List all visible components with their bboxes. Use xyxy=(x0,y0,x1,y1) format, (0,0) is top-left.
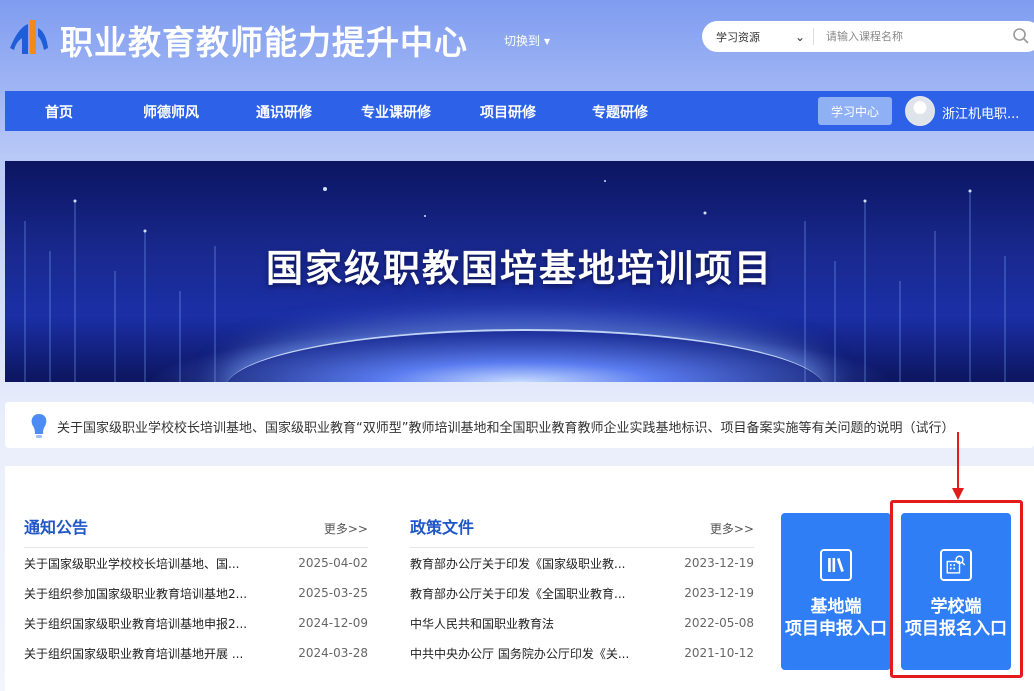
hero-banner[interactable]: 国家级职教国培基地培训项目 xyxy=(5,161,1034,382)
list-item-date: 2023-12-19 xyxy=(684,586,754,600)
list-item-date: 2025-04-02 xyxy=(298,556,368,570)
list-item-date: 2025-03-25 xyxy=(298,586,368,600)
notice-bar: 关于国家级职业学校校长培训基地、国家级职业教育“双师型”教师培训基地和全国职业教… xyxy=(5,402,1034,448)
list-item[interactable]: 教育部办公厅关于印发《国家级职业教... 2023-12-19 xyxy=(410,548,754,578)
site-logo[interactable] xyxy=(6,14,52,60)
announcements-title: 通知公告 xyxy=(24,518,89,537)
list-item[interactable]: 关于组织国家级职业教育培训基地申报2... 2024-12-09 xyxy=(24,608,368,638)
logo-icon xyxy=(10,20,48,54)
policies-more-link[interactable]: 更多>> xyxy=(710,520,754,537)
list-item[interactable]: 关于国家级职业学校校长培训基地、国... 2025-04-02 xyxy=(24,548,368,578)
search-bar: 学习资源 ⌄ xyxy=(702,21,1034,52)
learning-center-button[interactable]: 学习中心 xyxy=(818,97,892,125)
books-icon xyxy=(820,549,852,581)
username[interactable]: 浙江机电职... xyxy=(942,103,1019,122)
list-item-date: 2024-12-09 xyxy=(298,616,368,630)
nav-item-project[interactable]: 项目研修 xyxy=(480,102,536,122)
base-project-application-button[interactable]: 基地端 项目申报入口 xyxy=(781,513,891,670)
list-item-date: 2021-10-12 xyxy=(684,646,754,660)
highlight-box xyxy=(890,500,1023,678)
caret-down-icon: ▼ xyxy=(544,37,551,46)
list-item-title: 关于国家级职业学校校长培训基地、国... xyxy=(24,556,240,571)
list-item-title: 关于组织国家级职业教育培训基地申报2... xyxy=(24,616,248,631)
list-item[interactable]: 关于组织参加国家级职业教育培训基地2... 2025-03-25 xyxy=(24,578,368,608)
list-item-title: 中共中央办公厅 国务院办公厅印发《关... xyxy=(410,646,630,661)
base-entry-line2: 项目申报入口 xyxy=(785,619,887,639)
avatar[interactable] xyxy=(905,96,935,126)
banner-title: 国家级职教国培基地培训项目 xyxy=(266,247,773,290)
site-title[interactable]: 职业教育教师能力提升中心 xyxy=(60,16,468,64)
search-icon[interactable] xyxy=(1012,27,1030,45)
search-category-value: 学习资源 xyxy=(716,30,760,44)
notice-link[interactable]: 关于国家级职业学校校长培训基地、国家级职业教育“双师型”教师培训基地和全国职业教… xyxy=(57,417,954,436)
list-item-date: 2024-03-28 xyxy=(298,646,368,660)
arrow-down-icon xyxy=(952,432,964,500)
chevron-down-icon: ⌄ xyxy=(794,29,805,44)
switch-label: 切换到 xyxy=(504,34,541,48)
list-item[interactable]: 中华人民共和国职业教育法 2022-05-08 xyxy=(410,608,754,638)
nav-item-special[interactable]: 专题研修 xyxy=(592,102,648,122)
policies-section: 政策文件 更多>> 教育部办公厅关于印发《国家级职业教... 2023-12-19… xyxy=(410,514,754,668)
list-item-date: 2022-05-08 xyxy=(684,616,754,630)
nav-item-home[interactable]: 首页 xyxy=(45,102,73,122)
nav-item-professional[interactable]: 专业课研修 xyxy=(361,102,431,122)
bulb-icon xyxy=(31,414,47,438)
list-item-title: 关于组织参加国家级职业教育培训基地2... xyxy=(24,586,248,601)
announcements-more-link[interactable]: 更多>> xyxy=(324,520,368,537)
nav-item-general[interactable]: 通识研修 xyxy=(256,102,312,122)
list-item[interactable]: 关于组织国家级职业教育培训基地开展 ... 2024-03-28 xyxy=(24,638,368,668)
search-category-select[interactable]: 学习资源 ⌄ xyxy=(702,28,814,45)
announcements-section: 通知公告 更多>> 关于国家级职业学校校长培训基地、国... 2025-04-02… xyxy=(24,514,368,668)
list-item[interactable]: 中共中央办公厅 国务院办公厅印发《关... 2021-10-12 xyxy=(410,638,754,668)
list-item-title: 教育部办公厅关于印发《全国职业教育... xyxy=(410,586,626,601)
list-item-date: 2023-12-19 xyxy=(684,556,754,570)
list-item[interactable]: 教育部办公厅关于印发《全国职业教育... 2023-12-19 xyxy=(410,578,754,608)
nav-item-ethics[interactable]: 师德师风 xyxy=(143,102,199,122)
search-input[interactable] xyxy=(826,22,1006,51)
policies-title: 政策文件 xyxy=(410,518,475,537)
list-item-title: 教育部办公厅关于印发《国家级职业教... xyxy=(410,556,626,571)
switch-site-dropdown[interactable]: 切换到 ▼ xyxy=(504,32,550,49)
list-item-title: 关于组织国家级职业教育培训基地开展 ... xyxy=(24,646,244,661)
list-item-title: 中华人民共和国职业教育法 xyxy=(410,616,555,631)
